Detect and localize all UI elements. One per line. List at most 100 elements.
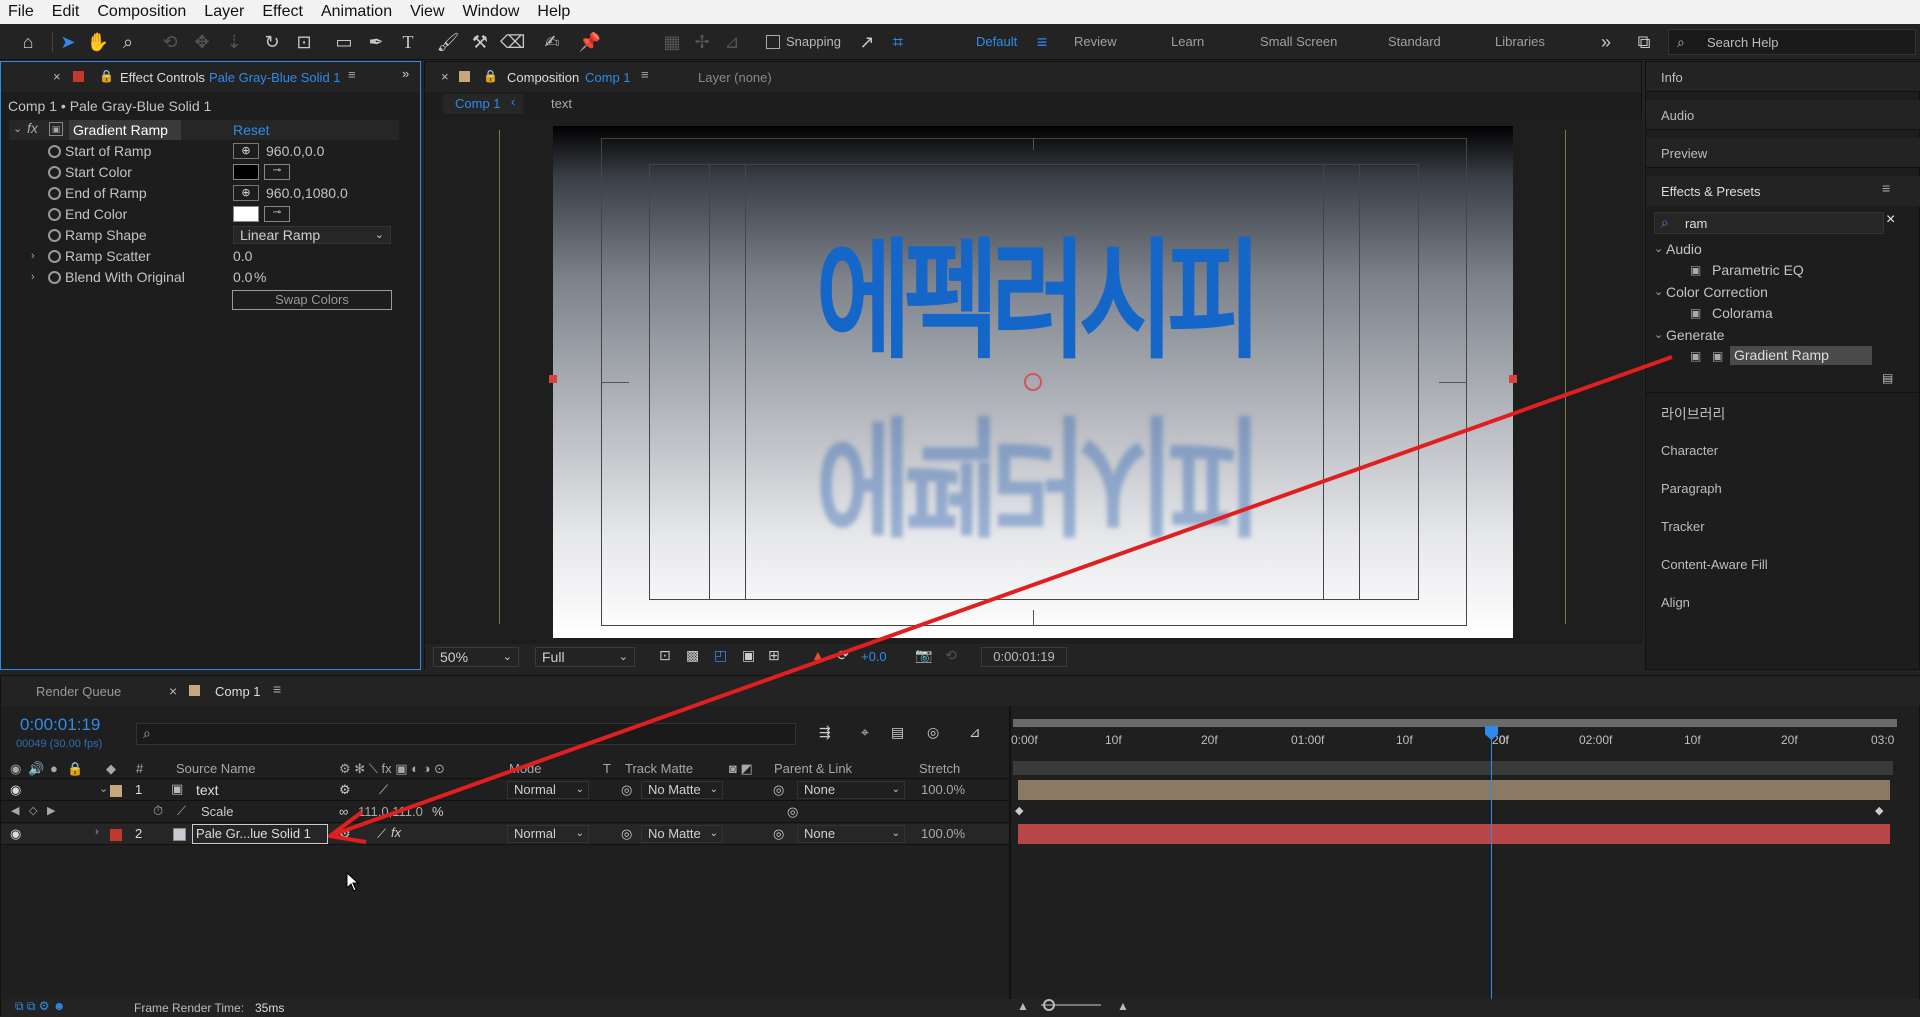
track-matte-dropdown[interactable]: No Matte ⌄ bbox=[641, 825, 723, 843]
stopwatch-icon[interactable] bbox=[48, 187, 61, 200]
property-row-scale[interactable]: ◀ ◇ ▶ ⏱ ⟋ Scale ∞ 111.0,111.0 % ◎ bbox=[1, 802, 1011, 823]
collapse-arrow-icon[interactable]: ⌄ bbox=[1654, 285, 1663, 298]
expression-pickwhip-icon[interactable]: ◎ bbox=[787, 804, 798, 820]
close-tab-icon[interactable]: × bbox=[53, 69, 61, 84]
menu-effect[interactable]: Effect bbox=[254, 3, 313, 21]
blend-with-original-value[interactable]: 0.0 bbox=[233, 269, 252, 285]
info-panel-header[interactable]: Info bbox=[1646, 62, 1920, 92]
mode-dropdown[interactable]: Normal ⌄ bbox=[507, 781, 589, 799]
new-folder-icon[interactable]: ▤ bbox=[1882, 371, 1893, 385]
clone-stamp-tool-icon[interactable]: ⚒ bbox=[468, 30, 492, 54]
puppet-tool-icon[interactable]: 📌 bbox=[578, 30, 602, 54]
menu-composition[interactable]: Composition bbox=[89, 3, 196, 21]
orbit-camera-icon[interactable]: ⟲ bbox=[158, 30, 182, 54]
tree-gradient-ramp[interactable]: Gradient Ramp bbox=[1730, 346, 1872, 365]
graph-editor-icon[interactable]: ⊿ bbox=[969, 724, 981, 741]
menu-window[interactable]: Window bbox=[455, 3, 530, 21]
tree-parametric-eq[interactable]: Parametric EQ bbox=[1712, 262, 1804, 278]
exposure-value[interactable]: +0.0 bbox=[861, 649, 887, 664]
stopwatch-icon[interactable] bbox=[48, 229, 61, 242]
label-tag-icon[interactable]: ◆ bbox=[106, 761, 116, 777]
rotation-tool-icon[interactable]: ↻ bbox=[260, 30, 284, 54]
workspace-overflow-icon[interactable]: » bbox=[1594, 30, 1618, 54]
stretch-value[interactable]: 100.0% bbox=[921, 782, 965, 797]
layer-label-color[interactable] bbox=[110, 829, 122, 841]
menu-layer[interactable]: Layer bbox=[196, 3, 254, 21]
video-switch-icon[interactable]: ◉ bbox=[10, 761, 21, 777]
pickwhip-icon[interactable]: ◎ bbox=[773, 782, 784, 798]
panel-menu-icon[interactable]: ≡ bbox=[273, 681, 281, 697]
lock-icon[interactable]: 🔒 bbox=[99, 69, 114, 83]
sync-settings-icon[interactable]: ⧉ bbox=[1632, 30, 1656, 54]
collapse-arrow-icon[interactable]: ⌄ bbox=[1654, 328, 1663, 341]
zoom-out-icon[interactable]: ▲ bbox=[1017, 999, 1029, 1013]
layer-bar-solid[interactable] bbox=[1018, 824, 1890, 844]
layer-tab[interactable]: Layer (none) bbox=[698, 70, 772, 85]
spiral-icon[interactable]: ◎ bbox=[621, 826, 632, 842]
timeline-search-input[interactable]: ⌕ bbox=[136, 723, 796, 745]
selection-tool-icon[interactable]: ➤ bbox=[56, 30, 80, 54]
keyframe-icon[interactable]: ◆ bbox=[1875, 804, 1883, 817]
mode-dropdown[interactable]: Normal ⌄ bbox=[507, 825, 589, 843]
snap-option-icon[interactable]: ↗ bbox=[855, 30, 879, 54]
quality-switch-icon[interactable]: ⟋ bbox=[377, 826, 386, 842]
zoom-in-icon[interactable]: ▲ bbox=[1117, 999, 1129, 1013]
effect-name-label[interactable]: Gradient Ramp bbox=[69, 120, 181, 140]
workspace-learn[interactable]: Learn bbox=[1171, 34, 1204, 49]
dolly-camera-icon[interactable]: ⇣ bbox=[222, 30, 246, 54]
expand-arrow-icon[interactable]: › bbox=[31, 271, 35, 283]
stretch-value[interactable]: 100.0% bbox=[921, 826, 965, 841]
crosshair-icon[interactable]: ⊕ bbox=[233, 143, 259, 159]
layer-handle-right[interactable] bbox=[1509, 375, 1517, 383]
color-management-icon[interactable]: ▲ bbox=[811, 647, 825, 663]
reset-exposure-icon[interactable]: ⟳ bbox=[837, 647, 849, 664]
lock-switch-icon[interactable]: 🔒 bbox=[67, 761, 83, 777]
parent-dropdown[interactable]: None ⌄ bbox=[797, 825, 905, 843]
safe-margins-icon[interactable]: ▣ bbox=[742, 647, 755, 664]
fx-icon[interactable]: fx bbox=[27, 120, 38, 136]
pen-tool-icon[interactable]: ✒ bbox=[364, 30, 388, 54]
tree-audio[interactable]: Audio bbox=[1666, 241, 1702, 257]
anchor-point-icon[interactable] bbox=[1024, 373, 1042, 391]
axis-local-icon[interactable]: ▦ bbox=[660, 30, 684, 54]
panel-menu-icon[interactable]: ≡ bbox=[348, 67, 356, 82]
menu-view[interactable]: View bbox=[402, 3, 454, 21]
workspace-small-screen[interactable]: Small Screen bbox=[1260, 34, 1337, 49]
parent-dropdown[interactable]: None ⌄ bbox=[797, 781, 905, 799]
shy-switch-icon[interactable]: ⚙ bbox=[339, 782, 351, 798]
frame-blending-icon[interactable]: ▤ bbox=[891, 724, 904, 741]
comp-mini-flowchart-icon[interactable]: ⇶ bbox=[819, 724, 831, 741]
layer-name[interactable]: Pale Gr...lue Solid 1 bbox=[192, 824, 328, 844]
rectangle-tool-icon[interactable]: ▭ bbox=[332, 30, 356, 54]
show-snapshot-icon[interactable]: ⟲ bbox=[945, 647, 957, 664]
composition-tab-comp[interactable]: Comp 1 bbox=[585, 70, 631, 85]
reset-link[interactable]: Reset bbox=[233, 122, 270, 138]
current-time-indicator[interactable] bbox=[1491, 728, 1492, 1017]
layer-bar-text[interactable] bbox=[1018, 780, 1890, 800]
ramp-shape-dropdown[interactable]: Linear Ramp ⌄ bbox=[233, 226, 391, 244]
end-color-swatch[interactable] bbox=[233, 206, 259, 222]
effect-controls-tab-label[interactable]: Effect Controls bbox=[120, 70, 205, 85]
expand-arrow-icon[interactable]: › bbox=[31, 250, 35, 262]
menu-help[interactable]: Help bbox=[529, 3, 580, 21]
expand-arrow-icon[interactable]: › bbox=[95, 826, 99, 838]
add-keyframe-icon[interactable]: ◇ bbox=[29, 804, 37, 817]
track-matte-dropdown[interactable]: No Matte ⌄ bbox=[641, 781, 723, 799]
stopwatch-icon[interactable] bbox=[48, 208, 61, 221]
keyframe-icon[interactable]: ◆ bbox=[1015, 804, 1023, 817]
stopwatch-icon[interactable] bbox=[48, 271, 61, 284]
comp-duration-bar[interactable] bbox=[1013, 761, 1893, 775]
zoom-slider-handle[interactable] bbox=[1043, 999, 1055, 1011]
column-source-name[interactable]: Source Name bbox=[176, 761, 255, 776]
workspace-standard[interactable]: Standard bbox=[1388, 34, 1441, 49]
motion-blur-icon[interactable]: ◎ bbox=[927, 724, 939, 741]
preview-panel-header[interactable]: Preview bbox=[1646, 138, 1920, 168]
comp-text-layer[interactable]: 에펙러시피 bbox=[785, 232, 1285, 370]
eyedropper-icon[interactable]: ⊸ bbox=[264, 164, 290, 180]
next-keyframe-icon[interactable]: ▶ bbox=[47, 804, 55, 817]
close-tab-icon[interactable]: × bbox=[441, 69, 449, 84]
timeline-current-time[interactable]: 0:00:01:19 bbox=[20, 715, 100, 735]
layer-switches-icon[interactable]: ⧉ ⧉ ⚙ ☻ bbox=[15, 999, 66, 1014]
layer-row[interactable]: ◉ › 2 Pale Gr...lue Solid 1 ⚙ ⟋ fx Norma… bbox=[1, 824, 1011, 845]
layer-handle-left[interactable] bbox=[549, 375, 557, 383]
